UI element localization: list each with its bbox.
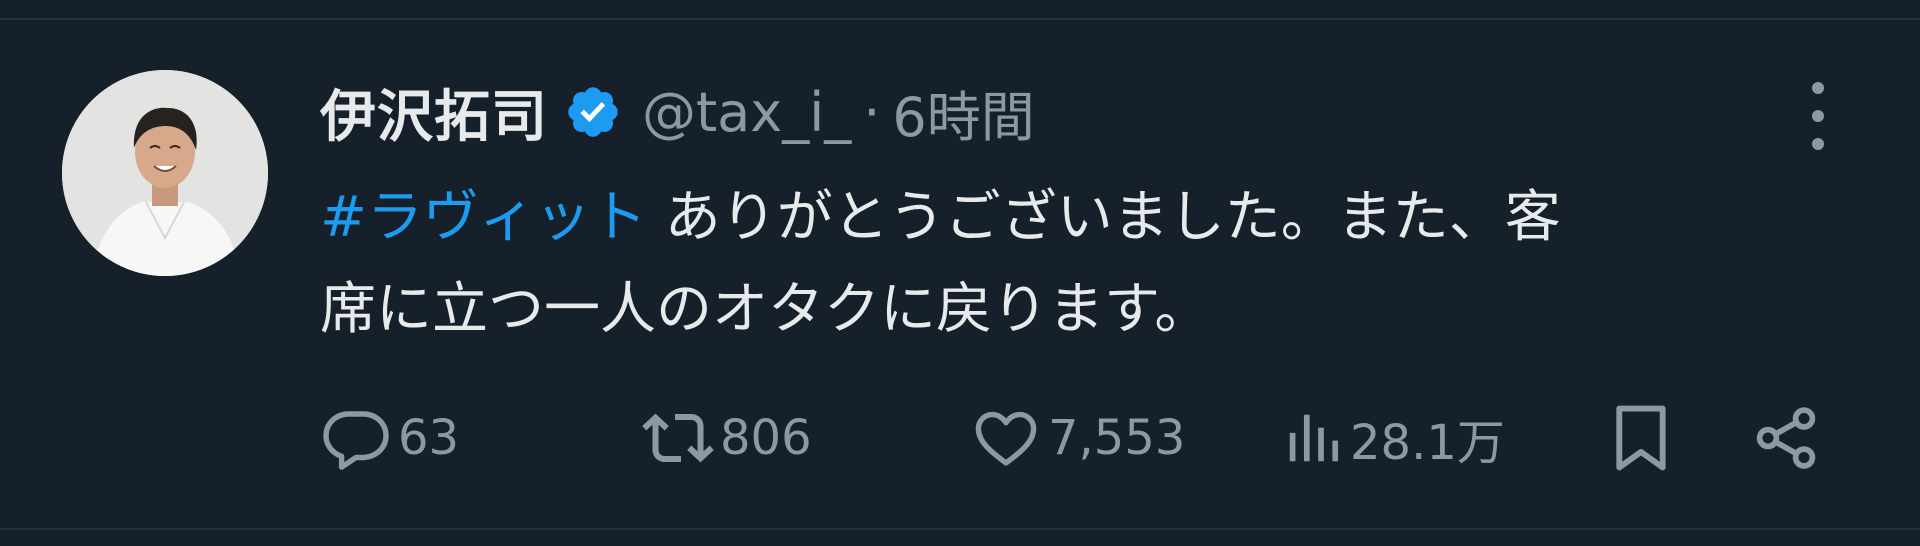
verified-badge-icon	[564, 83, 622, 141]
author-handle[interactable]: @tax_i_	[642, 81, 851, 144]
tweet-text-segment: ありがとうございました。また、客	[646, 185, 1561, 250]
author-display-name[interactable]: 伊沢拓司	[320, 72, 548, 153]
tweet-text-line-2: 席に立つ一人のオタクに戻ります。	[320, 277, 1211, 342]
retweet-button[interactable]: 806	[642, 398, 812, 478]
avatar[interactable]	[62, 70, 268, 276]
tweet-header: 伊沢拓司 @tax_i_ · 6時間	[320, 70, 1035, 154]
like-button[interactable]: 7,553	[970, 398, 1185, 478]
reply-button[interactable]: 63	[320, 398, 459, 478]
hashtag-link[interactable]: #ラヴィット	[320, 185, 647, 250]
bookmark-button[interactable]	[1610, 398, 1672, 478]
reply-icon	[320, 402, 392, 474]
reply-count: 63	[398, 410, 460, 466]
views-button[interactable]: 28.1万	[1282, 398, 1505, 478]
separator-dot: ·	[863, 80, 881, 144]
user-avatar-photo-icon	[62, 70, 268, 276]
retweet-count: 806	[720, 410, 812, 466]
like-count: 7,553	[1048, 410, 1186, 466]
retweet-icon	[642, 402, 714, 474]
tweet-text-line-1: #ラヴィット ありがとうございました。また、客	[320, 172, 1860, 264]
share-button[interactable]	[1750, 398, 1822, 478]
views-count: 28.1万	[1350, 415, 1505, 471]
tweet-body: #ラヴィット ありがとうございました。また、客 席に立つ一人のオタクに戻ります。	[320, 172, 1860, 356]
share-icon	[1750, 402, 1822, 474]
action-bar: 63 806 7,553 28.1万	[320, 398, 1840, 478]
bottom-divider	[0, 528, 1920, 530]
top-divider	[0, 18, 1920, 20]
more-vertical-icon[interactable]	[1798, 78, 1838, 154]
views-chart-icon	[1282, 402, 1344, 474]
tweet-timestamp[interactable]: 6時間	[892, 73, 1034, 152]
bookmark-icon	[1610, 400, 1672, 476]
heart-icon	[970, 402, 1042, 474]
tweet-page: 伊沢拓司 @tax_i_ · 6時間 #ラヴィット ありがとうございました。また…	[0, 0, 1920, 546]
